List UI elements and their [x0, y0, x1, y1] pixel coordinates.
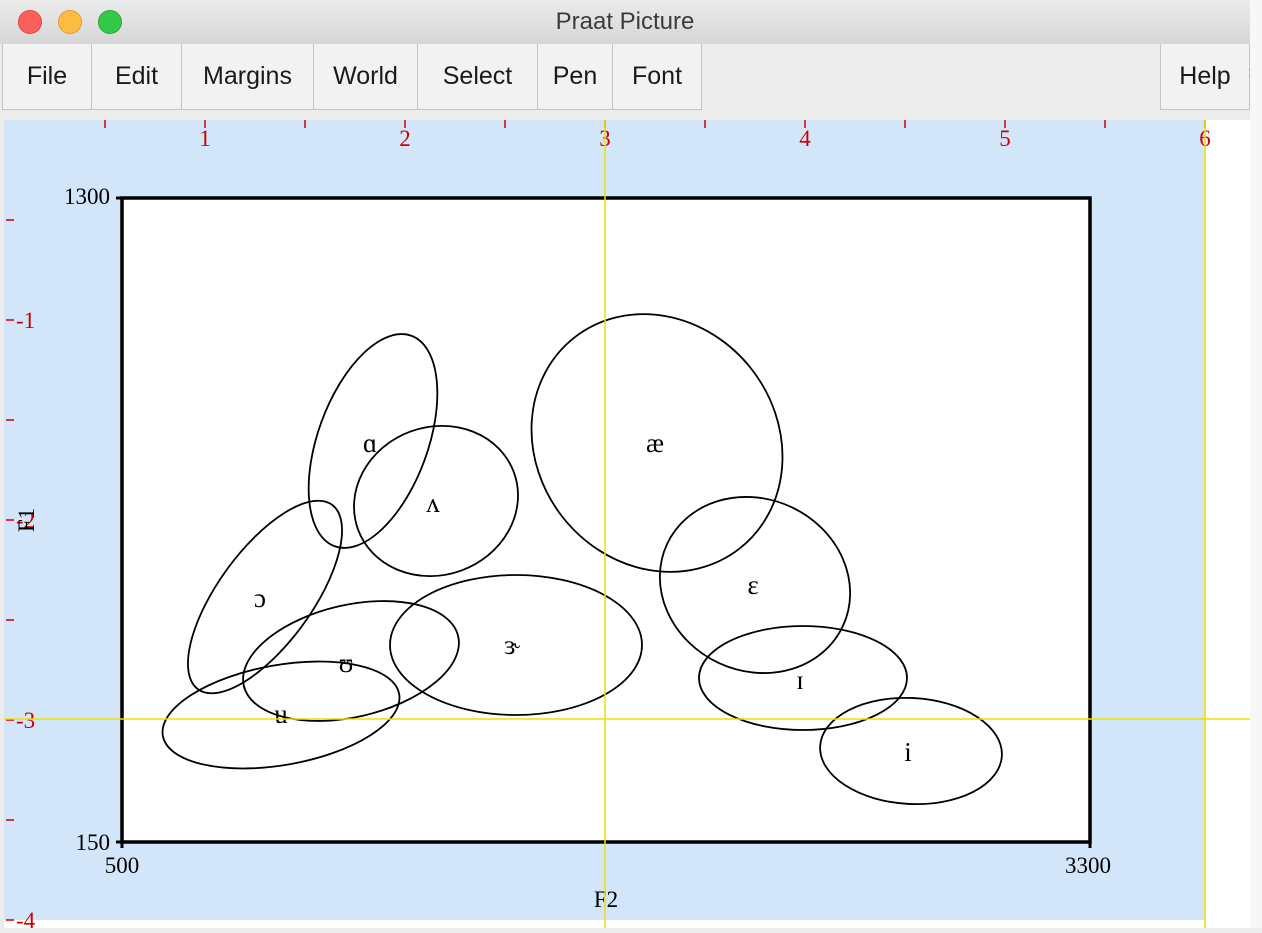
vowel-label-ʌ: ʌ [426, 488, 440, 518]
y-axis-max-label: 1300 [64, 184, 110, 209]
vowel-label-ɝ: ɝ [504, 630, 520, 660]
x-axis-max-label: 3300 [1065, 853, 1111, 878]
left-ruler-label: -1 [16, 308, 35, 333]
vowel-label-æ: æ [646, 428, 664, 458]
plot-frame [120, 196, 1092, 844]
vowel-label-ʊ: ʊ [339, 648, 354, 678]
left-ruler-label: -3 [16, 708, 35, 733]
picture-canvas[interactable]: 1 2 3 4 5 6 -1 -2 -3 -4 [4, 120, 1250, 933]
vowel-label-ɛ: ɛ [747, 570, 758, 600]
menu-pen[interactable]: Pen [537, 44, 613, 110]
x-axis-title: F2 [594, 887, 618, 912]
top-ruler-label: 5 [999, 126, 1011, 151]
picture-svg[interactable]: 1 2 3 4 5 6 -1 -2 -3 -4 [4, 120, 1250, 933]
vowel-label-ɪ: ɪ [796, 665, 804, 695]
menu-edit[interactable]: Edit [91, 44, 182, 110]
vowel-label-ɔ: ɔ [254, 583, 266, 613]
vowel-label-u: u [274, 699, 288, 729]
title-bar: Praat Picture [0, 0, 1250, 45]
window-title: Praat Picture [555, 8, 695, 35]
top-ruler-label: 4 [799, 126, 811, 151]
menu-select[interactable]: Select [417, 44, 538, 110]
menu-help[interactable]: Help [1160, 44, 1250, 110]
x-axis-min-label: 500 [105, 853, 140, 878]
top-ruler-label: 2 [399, 126, 411, 151]
menu-world[interactable]: World [313, 44, 418, 110]
vowel-label-i: i [904, 737, 912, 767]
menu-file[interactable]: File [2, 44, 92, 110]
y-axis-min-label: 150 [76, 830, 111, 855]
y-axis-title: F1 [14, 508, 39, 532]
vowel-label-ɑ: ɑ [363, 428, 377, 458]
menu-margins[interactable]: Margins [181, 44, 314, 110]
menu-bar: File Edit Margins World Select Pen Font … [0, 44, 1250, 112]
menu-font[interactable]: Font [612, 44, 702, 110]
left-ruler-label: -4 [16, 908, 36, 928]
window-edge [1250, 0, 1262, 928]
top-ruler-label: 1 [199, 126, 211, 151]
